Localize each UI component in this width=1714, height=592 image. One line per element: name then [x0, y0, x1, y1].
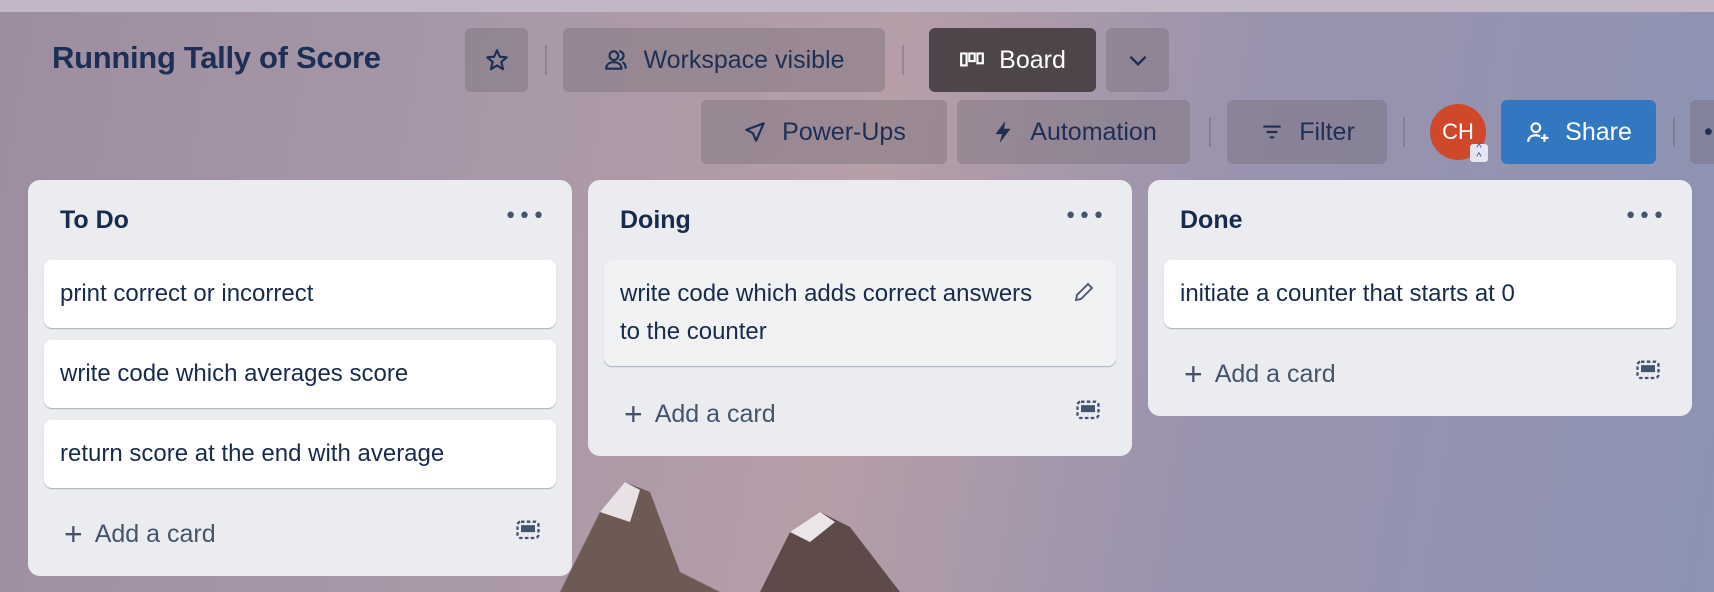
card-template-icon[interactable]: [1634, 358, 1662, 384]
add-card-button[interactable]: + Add a card: [624, 396, 776, 433]
chevron-down-icon: [1129, 55, 1146, 67]
automation-label: Automation: [1030, 117, 1157, 146]
add-person-icon: [1527, 122, 1549, 142]
add-card-label: Add a card: [1214, 360, 1336, 388]
window-top-strip: [0, 0, 1714, 12]
card[interactable]: initiate a counter that starts at 0: [1164, 260, 1676, 328]
more-menu-button[interactable]: •: [1690, 100, 1714, 164]
divider: [1403, 117, 1405, 147]
avatar[interactable]: CH ^ ^: [1430, 104, 1488, 163]
list-doing: Doing ••• write code which adds correct …: [588, 180, 1132, 456]
share-button[interactable]: Share: [1501, 100, 1656, 164]
add-card-button[interactable]: + Add a card: [64, 516, 216, 553]
people-icon: [605, 50, 628, 70]
workspace-visible-button[interactable]: Workspace visible: [563, 28, 885, 92]
list-menu-icon[interactable]: •••: [504, 204, 546, 229]
add-card-label: Add a card: [94, 520, 216, 548]
card[interactable]: return score at the end with average: [44, 420, 556, 488]
rocket-icon: [745, 122, 765, 142]
card-text: write code which adds correct answers to…: [620, 280, 1033, 345]
card-template-icon[interactable]: [1074, 398, 1102, 424]
star-icon: [485, 49, 508, 71]
divider: [1673, 117, 1675, 147]
plus-icon: +: [624, 396, 643, 432]
avatar-initials: CH: [1442, 119, 1474, 144]
list-to-do: To Do ••• print correct or incorrect wri…: [28, 180, 572, 576]
star-button[interactable]: [465, 28, 528, 92]
list-title[interactable]: To Do: [60, 206, 129, 235]
plus-icon: +: [64, 516, 83, 552]
list-title[interactable]: Done: [1180, 206, 1243, 235]
power-ups-label: Power-Ups: [782, 117, 906, 146]
divider: [1209, 117, 1211, 147]
visibility-label: Workspace visible: [643, 45, 845, 74]
board-title[interactable]: Running Tally of Score: [52, 40, 381, 76]
filter-button[interactable]: Filter: [1227, 100, 1387, 164]
card-template-icon[interactable]: [514, 518, 542, 544]
list-title[interactable]: Doing: [620, 206, 691, 235]
view-switcher-button[interactable]: [1106, 28, 1169, 92]
add-card-button[interactable]: + Add a card: [1184, 356, 1336, 393]
divider: [902, 45, 904, 75]
card[interactable]: write code which adds correct answers to…: [604, 260, 1116, 366]
filter-label: Filter: [1299, 117, 1355, 146]
divider: [545, 45, 547, 75]
view-label: Board: [999, 45, 1066, 74]
lightning-icon: [995, 121, 1011, 143]
list-done: Done ••• initiate a counter that starts …: [1148, 180, 1692, 416]
list-menu-icon[interactable]: •••: [1624, 204, 1666, 229]
power-ups-button[interactable]: Power-Ups: [701, 100, 947, 164]
card[interactable]: print correct or incorrect: [44, 260, 556, 328]
card[interactable]: write code which averages score: [44, 340, 556, 408]
admin-chevrons-icon: ^ ^: [1470, 143, 1488, 163]
filter-icon: [1263, 125, 1281, 139]
share-label: Share: [1565, 117, 1632, 146]
board-icon: [960, 52, 985, 67]
add-card-label: Add a card: [654, 400, 776, 428]
list-menu-icon[interactable]: •••: [1064, 204, 1106, 229]
automation-button[interactable]: Automation: [957, 100, 1190, 164]
board-view-button[interactable]: Board: [929, 28, 1096, 92]
pencil-icon[interactable]: [1072, 280, 1096, 304]
plus-icon: +: [1184, 356, 1203, 392]
